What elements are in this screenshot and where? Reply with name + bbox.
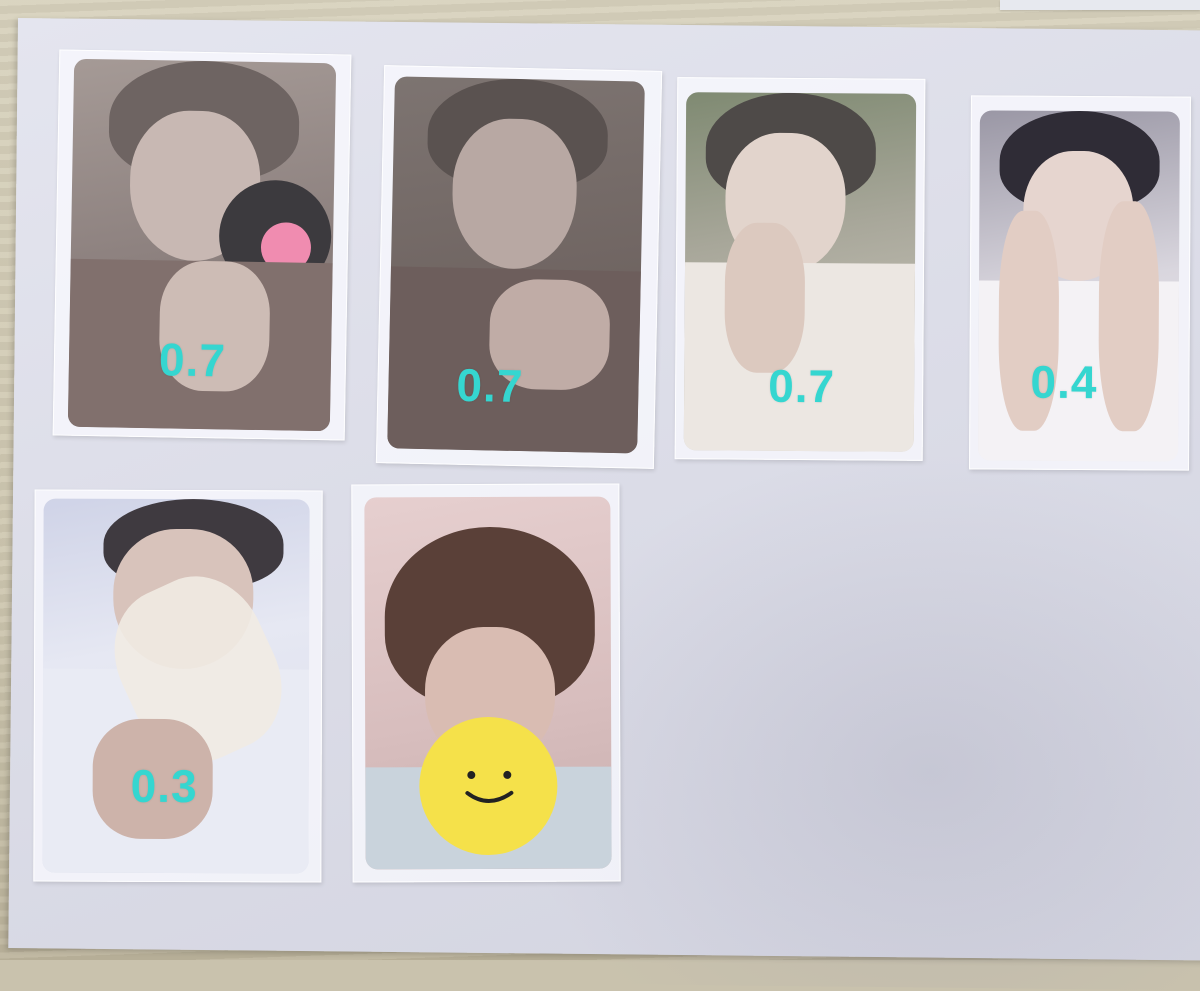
paper-edge bbox=[1000, 0, 1200, 10]
card-sleeve-5: 0.3 bbox=[33, 489, 323, 883]
price-label-1: 0.7 bbox=[158, 333, 227, 387]
price-label-3: 0.7 bbox=[768, 359, 836, 413]
price-label-4: 0.4 bbox=[1030, 355, 1098, 409]
photocard-5[interactable] bbox=[42, 498, 310, 874]
price-label-2: 0.7 bbox=[455, 358, 525, 413]
smiley-face-icon bbox=[465, 770, 514, 803]
card-sleeve-3: 0.7 bbox=[674, 77, 926, 461]
card-sleeve-2: 0.7 bbox=[375, 65, 663, 469]
card-sleeve-6 bbox=[351, 483, 621, 883]
smiley-face-sticker bbox=[419, 716, 558, 856]
card-sleeve-4: 0.4 bbox=[969, 95, 1191, 471]
price-label-5: 0.3 bbox=[130, 759, 198, 813]
card-sleeve-1: 0.7 bbox=[52, 49, 352, 441]
